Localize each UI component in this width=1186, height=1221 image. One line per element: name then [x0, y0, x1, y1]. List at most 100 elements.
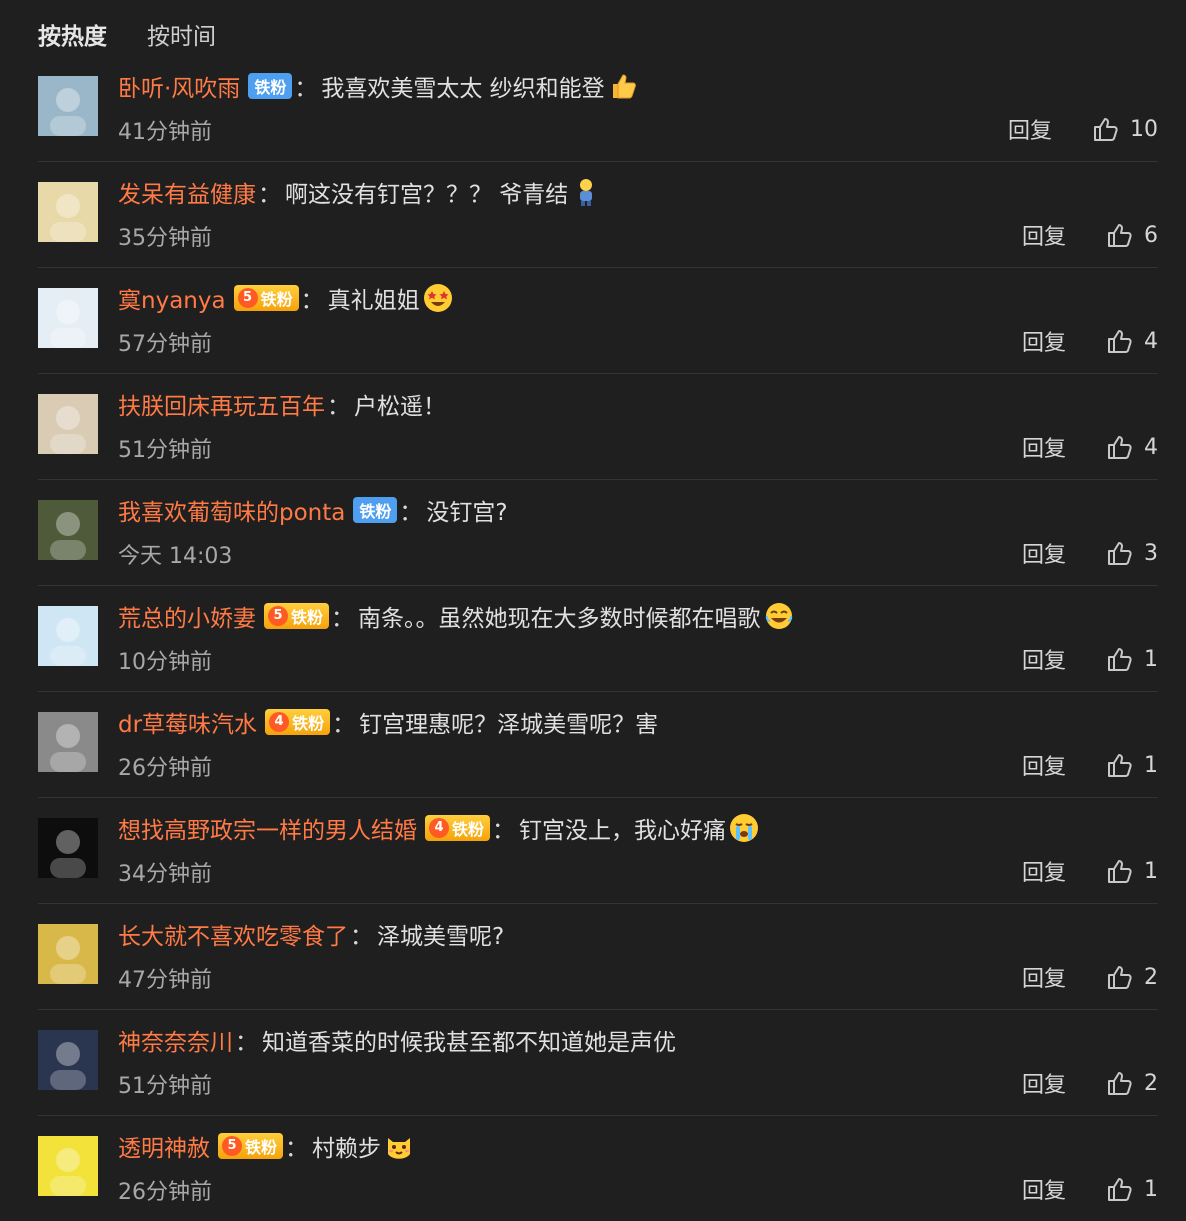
- comment-item: 想找高野政宗一样的男人结婚 4 铁粉：钉宫没上，我心好痛 34分钟前 回复 1: [38, 798, 1158, 904]
- reply-button[interactable]: 回复: [1022, 325, 1066, 357]
- comment-text: 钉宫理惠呢？泽城美雪呢？害: [359, 712, 659, 738]
- like-button[interactable]: 1: [1106, 1175, 1158, 1203]
- thumbs-up-icon: [1106, 645, 1144, 673]
- comment-line: 神奈奈奈川：知道香菜的时候我甚至都不知道她是声优: [118, 1022, 676, 1058]
- comment-actions: 回复 1: [1022, 641, 1158, 677]
- comment-item: dr草莓味汽水 4 铁粉：钉宫理惠呢？泽城美雪呢？害 26分钟前 回复 1: [38, 692, 1158, 798]
- reply-button[interactable]: 回复: [1022, 431, 1066, 463]
- reply-button[interactable]: 回复: [1022, 855, 1066, 887]
- separator-colon: ：: [399, 500, 423, 526]
- like-button[interactable]: 2: [1106, 963, 1158, 991]
- username-link[interactable]: 寞nyanya: [118, 281, 226, 315]
- separator-colon: ：: [294, 76, 318, 102]
- user-avatar[interactable]: [38, 500, 98, 560]
- fan-badge-level: 5: [237, 288, 258, 308]
- comment-item: 发呆有益健康：啊这没有钉宫？？？ 爷青结 35分钟前 回复 6: [38, 162, 1158, 268]
- reply-button[interactable]: 回复: [1022, 749, 1066, 781]
- like-button[interactable]: 4: [1106, 433, 1158, 461]
- comment-timestamp: 35分钟前: [118, 226, 212, 251]
- tab-sort-by-time[interactable]: 按时间: [147, 17, 216, 51]
- user-avatar[interactable]: [38, 712, 98, 772]
- like-button[interactable]: 1: [1106, 645, 1158, 673]
- username-link[interactable]: 想找高野政宗一样的男人结婚: [118, 811, 417, 845]
- reply-button[interactable]: 回复: [1022, 537, 1066, 569]
- thumbs-up-icon: [1106, 327, 1144, 355]
- fan-badge-label: 铁粉: [452, 820, 485, 839]
- comment-text: 知道香菜的时候我甚至都不知道她是声优: [262, 1030, 676, 1056]
- fan-badge[interactable]: 4 铁粉: [265, 709, 331, 735]
- username-link[interactable]: 我喜欢葡萄味的ponta: [118, 493, 345, 527]
- comment-line: 扶朕回床再玩五百年：户松遥！: [118, 386, 446, 422]
- comment-timestamp: 34分钟前: [118, 862, 212, 887]
- comment-item: 神奈奈奈川：知道香菜的时候我甚至都不知道她是声优 51分钟前 回复 2: [38, 1010, 1158, 1116]
- username-link[interactable]: 扶朕回床再玩五百年: [118, 387, 325, 421]
- username-link[interactable]: dr草莓味汽水: [118, 705, 257, 739]
- like-button[interactable]: 1: [1106, 751, 1158, 779]
- thumbs-up-icon: [1106, 751, 1144, 779]
- username-link[interactable]: 荒总的小娇妻: [118, 599, 256, 633]
- comment-timestamp: 10分钟前: [118, 650, 212, 675]
- user-avatar[interactable]: [38, 182, 98, 242]
- separator-colon: ：: [327, 394, 350, 420]
- fan-badge[interactable]: 4 铁粉: [425, 815, 491, 841]
- fan-badge[interactable]: 5 铁粉: [233, 285, 299, 311]
- username-link[interactable]: 卧听·风吹雨: [118, 69, 240, 103]
- star-eyes-emoji: [422, 282, 454, 314]
- comment-item: 扶朕回床再玩五百年：户松遥！ 51分钟前 回复 4: [38, 374, 1158, 480]
- username-link[interactable]: 长大就不喜欢吃零食了: [118, 917, 348, 951]
- cat-face-emoji: [383, 1130, 415, 1162]
- username-link[interactable]: 透明神赦: [118, 1129, 210, 1163]
- comment-line: 想找高野政宗一样的男人结婚 4 铁粉：钉宫没上，我心好痛: [118, 810, 760, 846]
- fan-badge[interactable]: 5 铁粉: [218, 1133, 284, 1159]
- user-avatar[interactable]: [38, 924, 98, 984]
- fan-badge-label: 铁粉: [291, 608, 324, 627]
- fan-badge[interactable]: 铁粉: [353, 497, 398, 523]
- like-count: 1: [1144, 752, 1158, 778]
- user-avatar[interactable]: [38, 1030, 98, 1090]
- like-button[interactable]: 6: [1106, 221, 1158, 249]
- comment-line: 长大就不喜欢吃零食了：泽城美雪呢?: [118, 916, 504, 952]
- user-avatar[interactable]: [38, 394, 98, 454]
- user-avatar[interactable]: [38, 818, 98, 878]
- fan-badge-level: 4: [429, 818, 449, 838]
- like-count: 4: [1144, 328, 1158, 354]
- reply-button[interactable]: 回复: [1022, 219, 1066, 251]
- user-avatar[interactable]: [38, 288, 98, 348]
- laughing-emoji: [763, 600, 795, 632]
- separator-colon: ：: [258, 182, 281, 208]
- like-count: 1: [1144, 1176, 1158, 1202]
- reply-button[interactable]: 回复: [1008, 113, 1052, 145]
- comment-timestamp: 今天 14:03: [118, 544, 233, 569]
- like-button[interactable]: 3: [1106, 539, 1158, 567]
- user-avatar[interactable]: [38, 1136, 98, 1196]
- comment-timestamp: 51分钟前: [118, 438, 212, 463]
- thumbs-up-icon: [1106, 221, 1144, 249]
- separator-colon: ：: [285, 1136, 309, 1162]
- username-link[interactable]: 发呆有益健康: [118, 175, 256, 209]
- comment-actions: 回复 6: [1022, 217, 1158, 253]
- separator-colon: ：: [492, 818, 516, 844]
- like-count: 10: [1130, 116, 1158, 142]
- reply-button[interactable]: 回复: [1022, 961, 1066, 993]
- like-count: 2: [1144, 964, 1158, 990]
- thumbs-up-icon: [1106, 963, 1144, 991]
- like-button[interactable]: 4: [1106, 327, 1158, 355]
- fan-badge[interactable]: 铁粉: [248, 73, 293, 99]
- like-button[interactable]: 1: [1106, 857, 1158, 885]
- reply-button[interactable]: 回复: [1022, 643, 1066, 675]
- comment-line: 透明神赦 5 铁粉：村赖步: [118, 1128, 415, 1164]
- comment-text: 我喜欢美雪太太 纱织和能登: [321, 76, 605, 102]
- fan-badge-level: 5: [268, 606, 288, 626]
- username-link[interactable]: 神奈奈奈川: [118, 1023, 233, 1057]
- like-button[interactable]: 2: [1106, 1069, 1158, 1097]
- like-button[interactable]: 10: [1092, 115, 1158, 143]
- fan-badge[interactable]: 5 铁粉: [264, 603, 330, 629]
- user-avatar[interactable]: [38, 606, 98, 666]
- sort-tabs: 按热度 按时间: [38, 14, 216, 54]
- reply-button[interactable]: 回复: [1022, 1173, 1066, 1205]
- tab-sort-by-hot[interactable]: 按热度: [38, 17, 107, 51]
- comment-text: 没钉宫?: [426, 500, 508, 526]
- user-avatar[interactable]: [38, 76, 98, 136]
- separator-colon: ：: [331, 606, 355, 632]
- reply-button[interactable]: 回复: [1022, 1067, 1066, 1099]
